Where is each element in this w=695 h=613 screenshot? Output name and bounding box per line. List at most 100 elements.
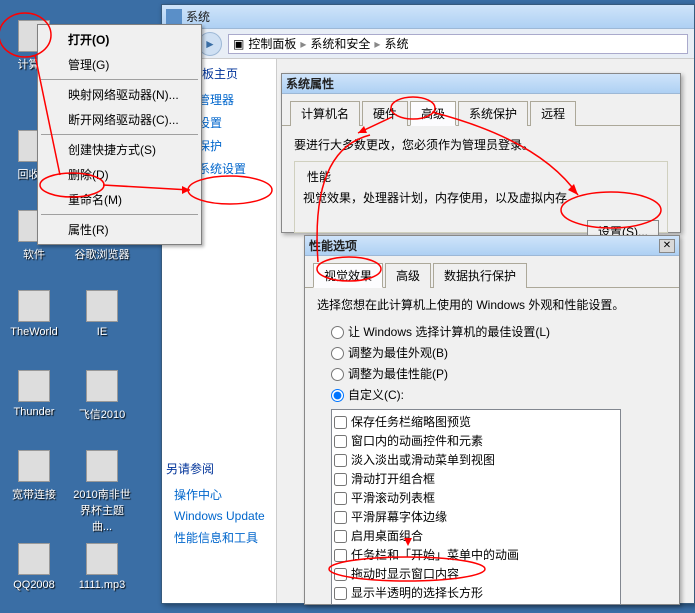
check-row[interactable]: 启用桌面组合 xyxy=(334,526,618,545)
ctx-map-drive[interactable]: 映射网络驱动器(N)... xyxy=(40,82,199,107)
desktop-icon[interactable]: 1111.mp3 xyxy=(72,543,132,591)
dialog-title: 性能选项 xyxy=(309,237,659,254)
ctx-delete[interactable]: 删除(D) xyxy=(40,162,199,187)
desktop-icon[interactable]: TheWorld xyxy=(4,290,64,338)
check-row[interactable]: 拖动时显示窗口内容 xyxy=(334,564,618,583)
desktop-icon[interactable]: Thunder xyxy=(4,370,64,418)
radio-best-perf[interactable] xyxy=(331,368,344,381)
tabs: 计算机名 硬件 高级 系统保护 远程 xyxy=(282,94,680,126)
check-row[interactable]: 窗口内的动画控件和元素 xyxy=(334,431,618,450)
sidebar-action-center[interactable]: 操作中心 xyxy=(166,483,272,506)
tab-visual-effects[interactable]: 视觉效果 xyxy=(313,263,383,288)
breadcrumb-item[interactable]: 系统 xyxy=(384,35,408,52)
checkbox[interactable] xyxy=(334,435,347,448)
desktop-icon[interactable]: 2010南非世界杯主题曲... xyxy=(72,450,132,534)
toolbar: ◄ ► ▣ 控制面板▸ 系统和安全▸ 系统 xyxy=(162,29,694,59)
check-label: 保存任务栏缩略图预览 xyxy=(351,415,471,429)
titlebar: 系统 xyxy=(162,5,694,29)
ctx-manage[interactable]: 管理(G) xyxy=(40,52,199,77)
check-row[interactable]: 滑动打开组合框 xyxy=(334,469,618,488)
icon-label: 1111.mp3 xyxy=(72,579,132,591)
check-row[interactable]: 任务栏和「开始」菜单中的动画 xyxy=(334,545,618,564)
sidebar-perf-tools[interactable]: 性能信息和工具 xyxy=(166,526,272,549)
file-icon xyxy=(18,450,50,482)
checkbox[interactable] xyxy=(334,454,347,467)
visual-effects-list[interactable]: 保存任务栏缩略图预览窗口内的动画控件和元素淡入淡出或滑动菜单到视图滑动打开组合框… xyxy=(331,409,621,605)
address-bar[interactable]: ▣ 控制面板▸ 系统和安全▸ 系统 xyxy=(228,34,688,54)
dialog-caption: 性能选项 ✕ xyxy=(305,236,679,256)
tab-remote[interactable]: 远程 xyxy=(530,101,576,126)
check-label: 窗口内的动画控件和元素 xyxy=(351,434,483,448)
separator xyxy=(41,134,198,135)
checkbox[interactable] xyxy=(334,416,347,429)
check-label: 任务栏和「开始」菜单中的动画 xyxy=(351,548,519,562)
icon-label: IE xyxy=(72,326,132,338)
tab-protection[interactable]: 系统保护 xyxy=(458,101,528,126)
ctx-rename[interactable]: 重命名(M) xyxy=(40,187,199,212)
icon-label: 2010南非世界杯主题曲... xyxy=(72,486,132,534)
radio-label: 调整为最佳性能(P) xyxy=(348,367,448,381)
check-label: 启用桌面组合 xyxy=(351,529,423,543)
checkbox[interactable] xyxy=(334,549,347,562)
radio-label: 自定义(C): xyxy=(348,388,404,402)
close-button[interactable]: ✕ xyxy=(659,239,675,253)
radio-custom[interactable] xyxy=(331,389,344,402)
icon-label: 飞信2010 xyxy=(72,406,132,422)
perf-group-title: 性能 xyxy=(303,168,335,185)
check-label: 淡入淡出或滑动菜单到视图 xyxy=(351,453,495,467)
checkbox[interactable] xyxy=(334,492,347,505)
breadcrumb-icon: ▣ xyxy=(233,37,244,51)
radio-best-auto[interactable] xyxy=(331,326,344,339)
system-properties-dialog: 系统属性 计算机名 硬件 高级 系统保护 远程 要进行大多数更改，您必须作为管理… xyxy=(281,73,681,233)
tab-advanced[interactable]: 高级 xyxy=(385,263,431,288)
system-icon xyxy=(166,9,182,25)
ctx-open[interactable]: 打开(O) xyxy=(40,27,199,52)
ctx-create-shortcut[interactable]: 创建快捷方式(S) xyxy=(40,137,199,162)
breadcrumb-item[interactable]: 系统和安全 xyxy=(310,35,370,52)
breadcrumb-item[interactable]: 控制面板 xyxy=(248,35,296,52)
desktop-icon[interactable]: QQ2008 xyxy=(4,543,64,591)
icon-label: TheWorld xyxy=(4,326,64,338)
file-icon xyxy=(18,543,50,575)
ctx-properties[interactable]: 属性(R) xyxy=(40,217,199,242)
file-icon xyxy=(86,290,118,322)
check-label: 平滑滚动列表框 xyxy=(351,491,435,505)
check-row[interactable]: 显示缩略图，而不是显示图标 xyxy=(334,602,618,605)
sidebar-win-update[interactable]: Windows Update xyxy=(166,506,272,526)
icon-label: 宽带连接 xyxy=(4,486,64,502)
tab-advanced[interactable]: 高级 xyxy=(410,101,456,126)
checkbox[interactable] xyxy=(334,511,347,524)
radio-label: 调整为最佳外观(B) xyxy=(348,346,448,360)
icon-label: Thunder xyxy=(4,406,64,418)
check-row[interactable]: 保存任务栏缩略图预览 xyxy=(334,412,618,431)
check-label: 滑动打开组合框 xyxy=(351,472,435,486)
file-icon xyxy=(18,370,50,402)
check-row[interactable]: 平滑滚动列表框 xyxy=(334,488,618,507)
checkbox[interactable] xyxy=(334,568,347,581)
checkbox[interactable] xyxy=(334,530,347,543)
admin-note: 要进行大多数更改，您必须作为管理员登录。 xyxy=(294,136,668,153)
icon-label: QQ2008 xyxy=(4,579,64,591)
performance-options-dialog: 性能选项 ✕ 视觉效果 高级 数据执行保护 选择您想在此计算机上使用的 Wind… xyxy=(304,235,680,605)
check-label: 拖动时显示窗口内容 xyxy=(351,567,459,581)
checkbox[interactable] xyxy=(334,473,347,486)
desktop-icon[interactable]: 宽带连接 xyxy=(4,450,64,502)
tab-dep[interactable]: 数据执行保护 xyxy=(433,263,527,288)
perf-opts-desc: 选择您想在此计算机上使用的 Windows 外观和性能设置。 xyxy=(317,296,667,313)
check-row[interactable]: 淡入淡出或滑动菜单到视图 xyxy=(334,450,618,469)
check-row[interactable]: 平滑屏幕字体边缘 xyxy=(334,507,618,526)
ctx-disconnect-drive[interactable]: 断开网络驱动器(C)... xyxy=(40,107,199,132)
radio-best-look[interactable] xyxy=(331,347,344,360)
dialog-caption: 系统属性 xyxy=(282,74,680,94)
desktop-icon[interactable]: IE xyxy=(72,290,132,338)
desktop-icon[interactable]: 飞信2010 xyxy=(72,370,132,422)
tab-hardware[interactable]: 硬件 xyxy=(362,101,408,126)
tabs: 视觉效果 高级 数据执行保护 xyxy=(305,256,679,288)
tab-computer-name[interactable]: 计算机名 xyxy=(290,101,360,126)
check-row[interactable]: 显示半透明的选择长方形 xyxy=(334,583,618,602)
dialog-title: 系统属性 xyxy=(286,75,676,92)
icon-label: 软件 xyxy=(4,246,64,262)
window-title: 系统 xyxy=(186,8,690,25)
icon-label: 谷歌浏览器 xyxy=(72,246,132,262)
checkbox[interactable] xyxy=(334,587,347,600)
